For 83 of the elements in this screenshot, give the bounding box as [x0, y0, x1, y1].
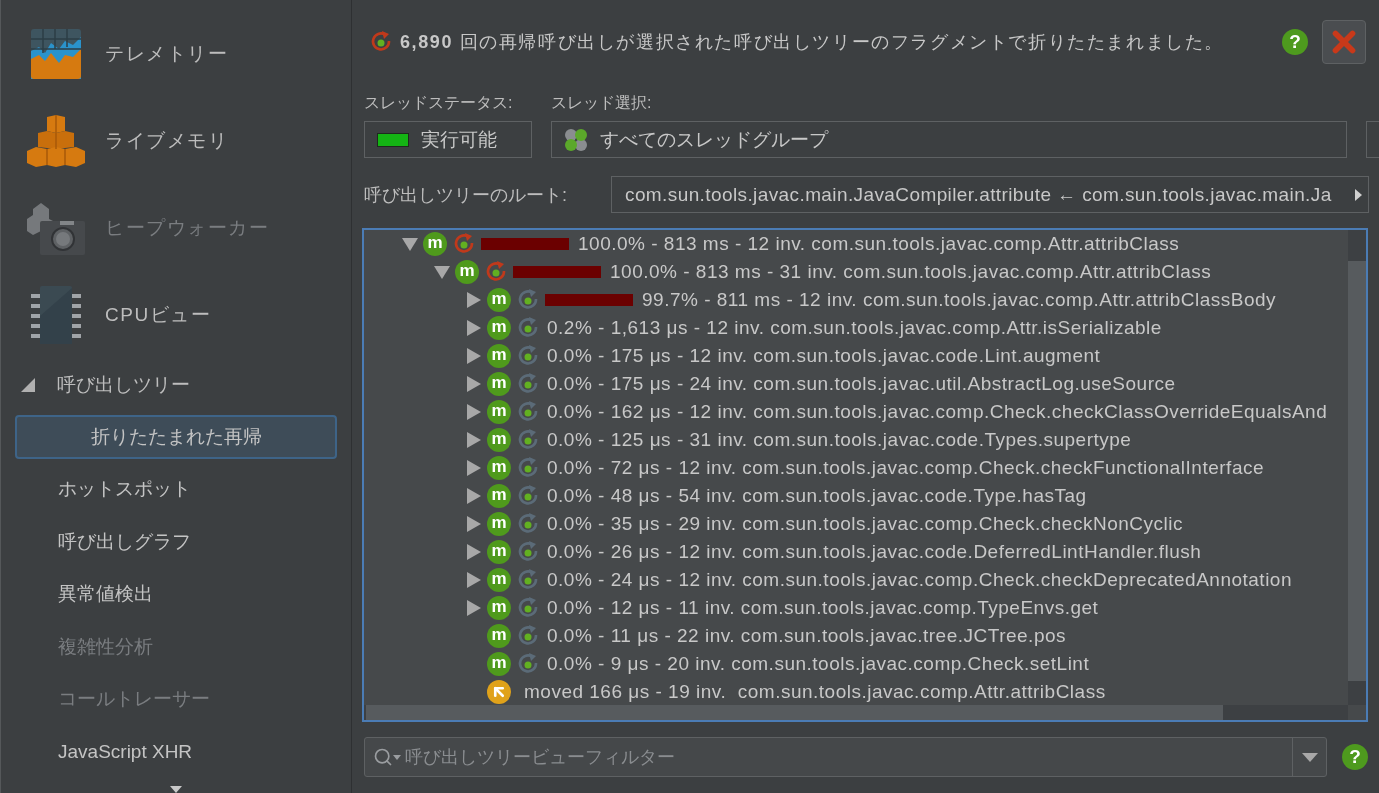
node-label: 0.0% - 12 μs - 11 inv. com.sun.tools.javac.comp.TypeEnvs.get [547, 597, 1099, 619]
node-label: moved 166 μs - 19 inv. com.sun.tools.javac.comp.Attr.attribClass [524, 681, 1106, 703]
thread-selection-dropdown[interactable]: すべてのスレッドグループ [551, 121, 1347, 158]
method-badge: m [487, 456, 511, 480]
expand-toggle[interactable] [466, 432, 482, 448]
chip-icon [31, 286, 81, 345]
thread-status-dropdown[interactable]: 実行可能 [364, 121, 532, 158]
node-label: 0.2% - 1,613 μs - 12 inv. com.sun.tools.javac.comp.Attr.isSerializable [547, 317, 1162, 339]
call-tree-root-field[interactable]: com.sun.tools.javac.main.JavaCompiler.attribute ← com.sun.tools.javac.main.Ja [611, 176, 1369, 213]
node-label: 0.0% - 162 μs - 12 inv. com.sun.tools.javac.comp.Check.checkClassOverrideEqualsAnd [547, 401, 1328, 423]
expand-toggle[interactable] [466, 488, 482, 504]
view-label: CPUビュー [105, 303, 212, 328]
node-label: 99.7% - 811 ms - 12 inv. com.sun.tools.javac.comp.Attr.attribClassBody [642, 289, 1277, 311]
vertical-scrollbar[interactable] [1348, 230, 1366, 705]
field-label: 呼び出しツリーのルート: [364, 183, 568, 207]
node-label: 0.0% - 26 μs - 12 inv. com.sun.tools.javac.code.DeferredLintHandler.flush [547, 541, 1202, 563]
view-label: ヒープウォーカー [105, 216, 269, 241]
horizontal-scrollbar[interactable] [364, 705, 1348, 720]
expand-toggle[interactable] [466, 404, 482, 420]
sidebar-view[interactable]: テレメトリー [1, 11, 351, 98]
field-label: スレッド選択: [551, 92, 653, 113]
field-label: スレッドステータス: [364, 92, 514, 113]
help-icon[interactable]: ? [1282, 29, 1308, 55]
expand-toggle[interactable] [466, 460, 482, 476]
expand-toggle[interactable] [466, 516, 482, 532]
caret-icon [1301, 752, 1318, 762]
scroll-down-icon[interactable] [170, 786, 182, 793]
help-icon[interactable]: ? [1342, 744, 1368, 770]
method-badge: m [487, 596, 511, 620]
method-badge: m [487, 400, 511, 424]
method-badge: m [487, 512, 511, 536]
view-label: テレメトリー [105, 42, 228, 67]
node-label: 0.0% - 175 μs - 12 inv. com.sun.tools.javac.code.Lint.augment [547, 345, 1101, 367]
node-label: 0.0% - 72 μs - 12 inv. com.sun.tools.javac.comp.Check.checkFunctionalInterface [547, 457, 1265, 479]
collapse-toggle[interactable] [434, 264, 450, 280]
node-label: 0.0% - 48 μs - 54 inv. com.sun.tools.javac.code.Type.hasTag [547, 485, 1087, 507]
collapse-toggle[interactable] [21, 377, 35, 392]
method-badge: m [487, 344, 511, 368]
method-badge: m [487, 288, 511, 312]
nav-item[interactable]: 呼び出しグラフ [15, 528, 191, 555]
view-label: ライブメモリ [105, 129, 228, 154]
method-badge: m [487, 428, 511, 452]
nav-item[interactable]: JavaScript XHR [15, 740, 193, 763]
expand-toggle[interactable] [466, 320, 482, 336]
recursion-icon [370, 31, 392, 53]
nav-item[interactable]: 異常値検出 [15, 581, 153, 608]
cubes-icon [27, 115, 85, 168]
expand-toggle[interactable] [466, 544, 482, 560]
method-badge: m [487, 624, 511, 648]
nav-item[interactable]: ホットスポット [15, 476, 191, 503]
camera-icon [27, 201, 85, 256]
scroll-right-icon[interactable] [1355, 188, 1362, 201]
node-label: 0.0% - 35 μs - 29 inv. com.sun.tools.javac.comp.Check.checkNonCyclic [547, 513, 1183, 535]
node-label: 0.0% - 11 μs - 22 inv. com.sun.tools.javac.tree.JCTree.pos [547, 625, 1067, 647]
method-badge: m [455, 260, 479, 284]
node-label: 0.0% - 9 μs - 20 inv. com.sun.tools.javac.comp.Check.setLint [547, 653, 1090, 675]
sidebar-view[interactable]: ライブメモリ [1, 97, 351, 185]
node-label: 0.0% - 175 μs - 24 inv. com.sun.tools.javac.util.AbstractLog.useSource [547, 373, 1176, 395]
expand-toggle[interactable] [466, 348, 482, 364]
method-badge: m [487, 568, 511, 592]
method-badge: m [487, 316, 511, 340]
section-label: 呼び出しツリー [57, 372, 190, 397]
method-badge: m [487, 484, 511, 508]
banner-message: 6,890 回の再帰呼び出しが選択された呼び出しツリーのフラグメントで折りたたまれました。 [400, 31, 1225, 54]
balls-icon [564, 127, 588, 152]
expand-toggle[interactable] [466, 600, 482, 616]
node-label: 0.0% - 24 μs - 12 inv. com.sun.tools.javac.comp.Check.checkDeprecatedAnnotation [547, 569, 1292, 591]
node-label: 100.0% - 813 ms - 31 inv. com.sun.tools.javac.comp.Attr.attribClass [610, 261, 1212, 283]
expand-toggle[interactable] [466, 572, 482, 588]
expand-toggle[interactable] [466, 292, 482, 308]
method-badge: m [423, 232, 447, 256]
collapse-toggle[interactable] [402, 236, 418, 252]
method-badge: m [487, 652, 511, 676]
node-label: 0.0% - 125 μs - 31 inv. com.sun.tools.javac.code.Types.supertype [547, 429, 1132, 451]
search-icon[interactable] [373, 747, 401, 767]
method-badge: m [487, 540, 511, 564]
node-label: 100.0% - 813 ms - 12 inv. com.sun.tools.javac.comp.Attr.attribClass [578, 233, 1180, 255]
sidebar-view[interactable]: CPUビュー [1, 271, 351, 359]
nav-item[interactable]: 折りたたまれた再帰 [15, 414, 337, 459]
expand-toggle[interactable] [466, 376, 482, 392]
status-icon [377, 132, 409, 147]
method-badge: m [487, 372, 511, 396]
chart-icon [31, 29, 81, 80]
